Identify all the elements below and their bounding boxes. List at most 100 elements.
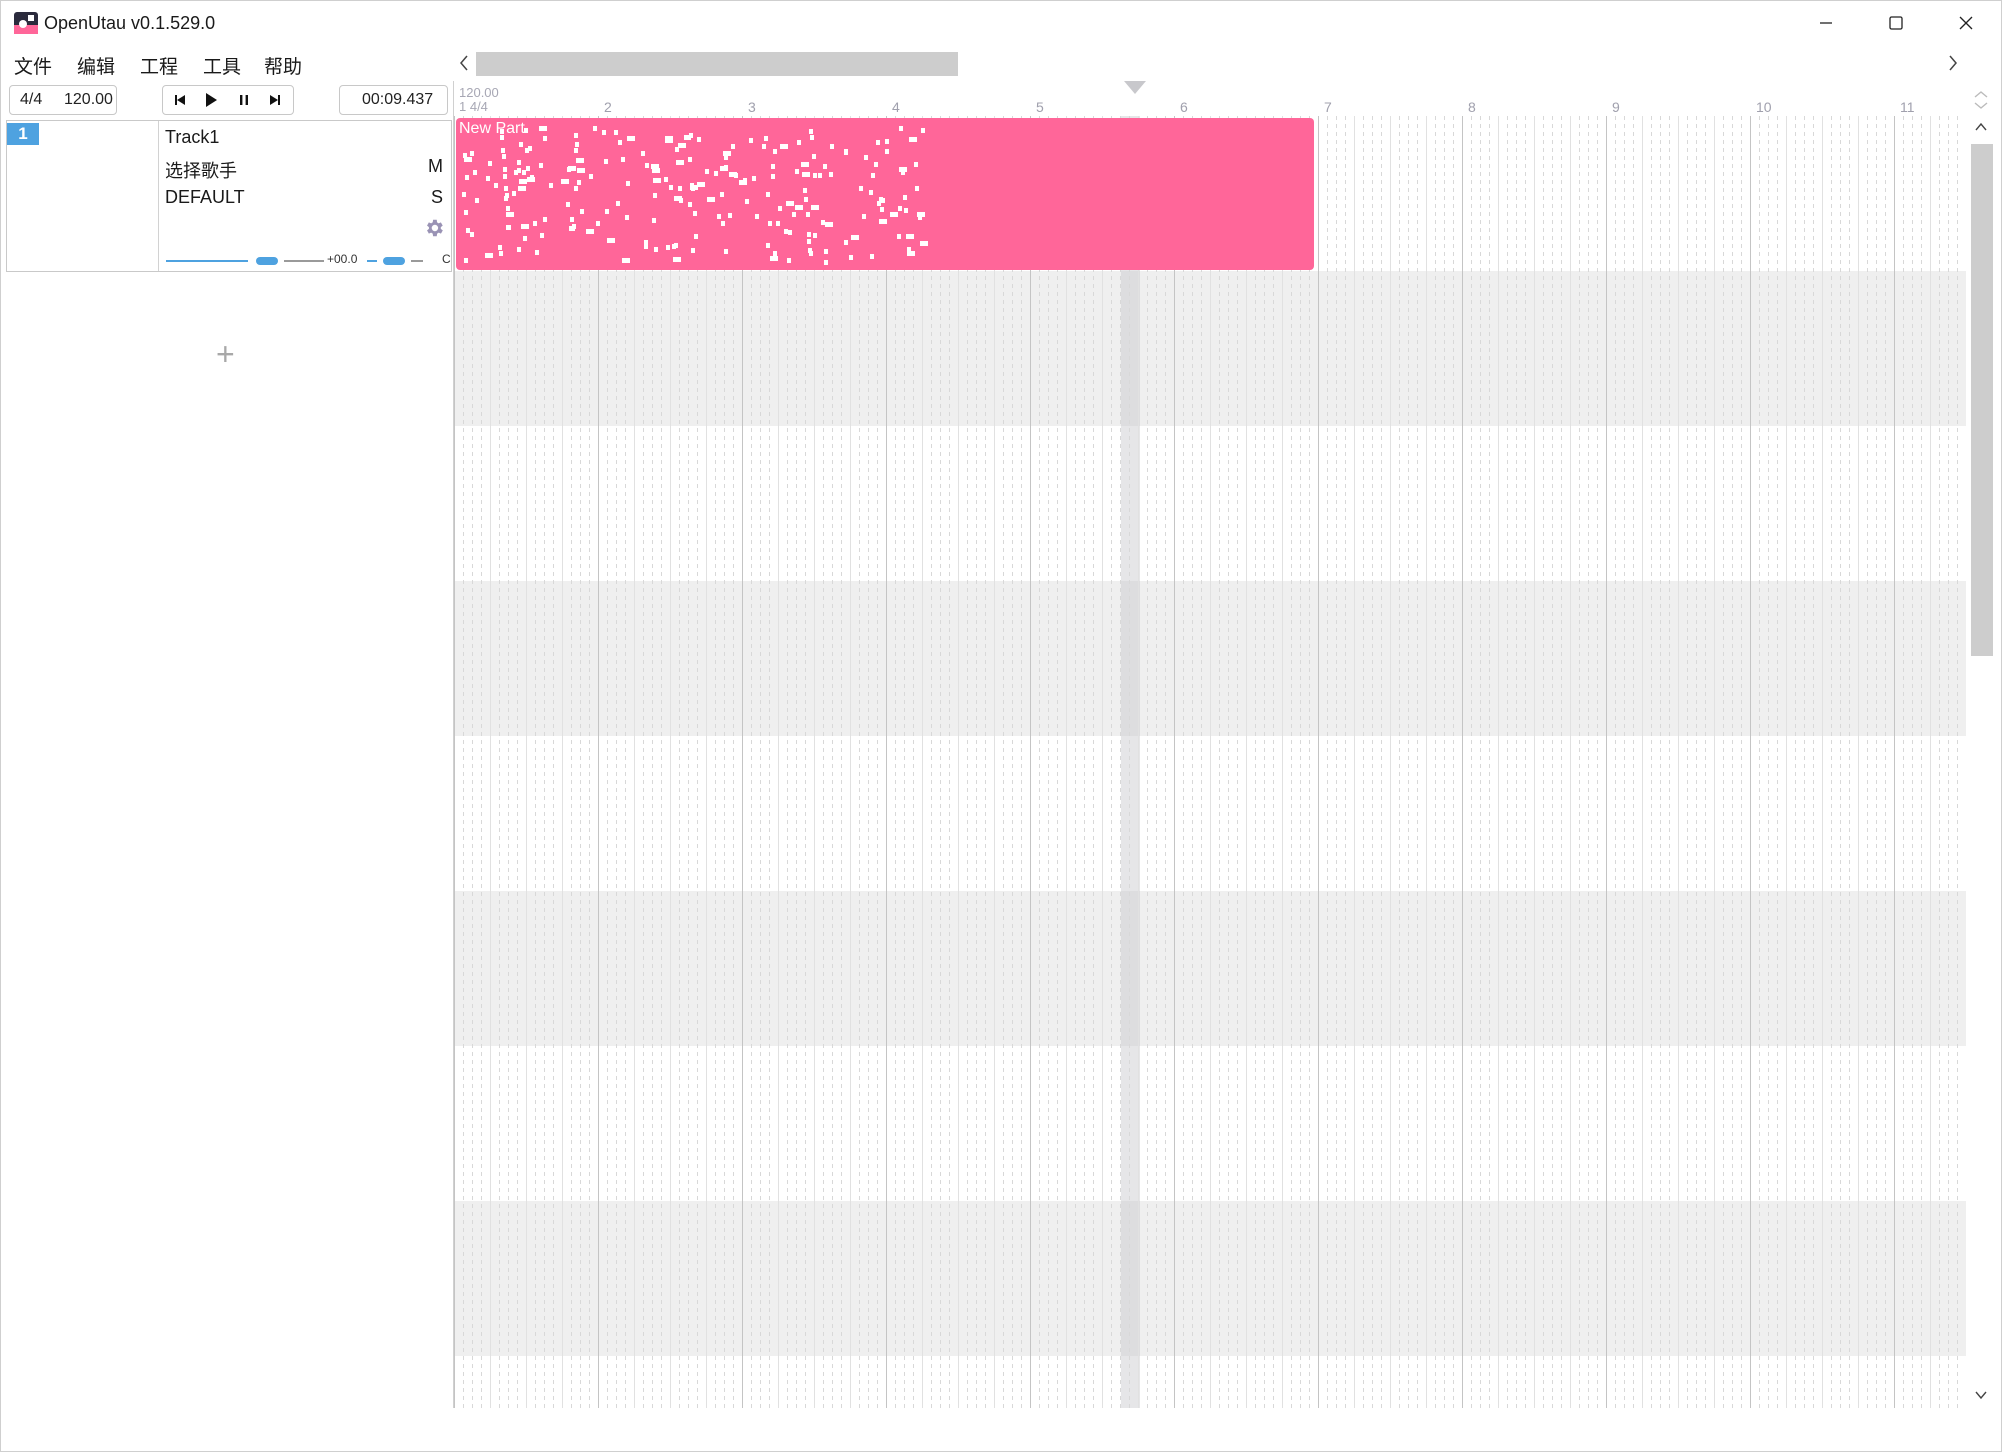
note-preview xyxy=(801,162,809,167)
note-preview xyxy=(596,221,600,226)
grid-line xyxy=(1525,116,1526,1408)
bpm-value[interactable]: 120.00 xyxy=(64,91,113,109)
playhead-marker[interactable] xyxy=(1124,81,1146,95)
grid-line xyxy=(1201,116,1202,1408)
note-preview xyxy=(773,251,777,256)
grid-line xyxy=(976,116,977,1408)
solo-button[interactable]: S xyxy=(431,187,443,208)
grid-line xyxy=(1372,116,1373,1408)
skip-to-end-button[interactable] xyxy=(264,90,286,110)
maximize-icon xyxy=(1889,16,1903,30)
grid-line xyxy=(949,116,950,1408)
volume-pan-row: +00.0 C xyxy=(162,252,452,268)
note-preview xyxy=(653,193,657,198)
note-preview xyxy=(899,126,903,131)
note-preview xyxy=(691,248,695,253)
grid-line xyxy=(1642,116,1643,1408)
note-preview xyxy=(506,212,514,217)
grid-line xyxy=(1363,116,1364,1408)
grid-line xyxy=(1678,116,1679,1408)
grid-line xyxy=(1561,116,1562,1408)
gear-icon[interactable] xyxy=(423,217,445,239)
tempo-signature-box[interactable]: 4/4 120.00 xyxy=(9,85,117,115)
volume-slider[interactable] xyxy=(166,254,326,268)
note-preview xyxy=(780,144,788,149)
note-preview xyxy=(526,166,530,171)
note-preview xyxy=(810,135,814,140)
track-name[interactable]: Track1 xyxy=(165,127,219,148)
grid-line xyxy=(904,116,905,1408)
zoom-vertical-icon[interactable] xyxy=(1971,89,1991,111)
timeline-area[interactable]: 120.00 1 4/4 2 3 4 5 6 7 8 9 10 11 New P… xyxy=(453,81,1966,1408)
menu-file[interactable]: 文件 xyxy=(14,52,52,79)
grid-line xyxy=(994,116,995,1408)
bar-line xyxy=(454,116,455,1408)
grid-line xyxy=(1093,116,1094,1408)
scroll-left-icon[interactable] xyxy=(457,53,471,73)
menu-edit[interactable]: 编辑 xyxy=(77,52,115,79)
mute-button[interactable]: M xyxy=(428,156,443,177)
vertical-scrollbar-thumb[interactable] xyxy=(1971,144,1993,656)
note-preview xyxy=(920,241,928,246)
add-track-button[interactable]: + xyxy=(216,336,235,373)
maximize-button[interactable] xyxy=(1861,1,1931,45)
timeline-ruler[interactable]: 120.00 1 4/4 2 3 4 5 6 7 8 9 10 11 xyxy=(454,81,1966,116)
ruler-signature: 1 4/4 xyxy=(459,99,488,114)
time-signature[interactable]: 4/4 xyxy=(20,91,42,109)
note-preview xyxy=(694,234,698,239)
note-preview xyxy=(899,167,907,172)
note-preview xyxy=(566,202,570,207)
grid-line xyxy=(1822,116,1823,1408)
scroll-right-icon[interactable] xyxy=(1946,53,1960,73)
menu-project[interactable]: 工程 xyxy=(140,52,178,79)
grid-line xyxy=(1471,116,1472,1408)
openutau-app-icon xyxy=(14,12,38,34)
note-preview xyxy=(517,247,521,252)
pan-slider[interactable] xyxy=(367,254,427,268)
note-preview xyxy=(684,135,688,140)
grid-line xyxy=(1741,116,1742,1408)
grid-line xyxy=(1867,116,1868,1408)
minimize-button[interactable] xyxy=(1791,1,1861,45)
grid-line xyxy=(1228,116,1229,1408)
note-preview xyxy=(728,213,732,218)
menu-help[interactable]: 帮助 xyxy=(264,52,302,79)
play-button[interactable] xyxy=(200,90,222,110)
voice-part[interactable]: New Part xyxy=(456,118,1314,270)
renderer-select[interactable]: DEFAULT xyxy=(165,187,245,208)
grid-line xyxy=(1633,116,1634,1408)
note-preview xyxy=(577,180,581,185)
note-preview xyxy=(795,169,799,174)
track-number[interactable]: 1 xyxy=(7,123,39,145)
note-preview xyxy=(517,168,521,173)
grid-line xyxy=(1129,116,1130,1408)
singer-select[interactable]: 选择歌手 xyxy=(165,157,237,183)
menu-tools[interactable]: 工具 xyxy=(203,52,241,79)
note-preview xyxy=(621,157,625,162)
track-header[interactable]: 1 Track1 选择歌手 DEFAULT M S +00.0 C xyxy=(6,120,452,272)
grid-line xyxy=(769,116,770,1408)
note-preview xyxy=(812,154,816,159)
grid-line xyxy=(967,116,968,1408)
note-preview xyxy=(627,136,635,141)
grid-line xyxy=(1498,116,1499,1408)
grid-line xyxy=(751,116,752,1408)
note-preview xyxy=(743,178,747,183)
grid-line xyxy=(1291,116,1292,1408)
close-button[interactable] xyxy=(1931,1,2001,45)
track-grid[interactable] xyxy=(454,116,1966,1408)
horizontal-scrollbar-thumb[interactable] xyxy=(476,52,958,76)
note-preview xyxy=(720,192,724,197)
note-preview xyxy=(797,140,801,145)
scroll-up-icon[interactable] xyxy=(1974,121,1988,133)
note-preview xyxy=(691,186,695,191)
skip-to-start-button[interactable] xyxy=(169,90,191,110)
pause-button[interactable] xyxy=(233,90,255,110)
grid-line xyxy=(1264,116,1265,1408)
note-preview xyxy=(877,201,881,206)
grid-line xyxy=(805,116,806,1408)
grid-line xyxy=(553,116,554,1408)
scroll-down-icon[interactable] xyxy=(1974,1389,1988,1401)
grid-line xyxy=(895,116,896,1408)
note-preview xyxy=(652,168,660,173)
